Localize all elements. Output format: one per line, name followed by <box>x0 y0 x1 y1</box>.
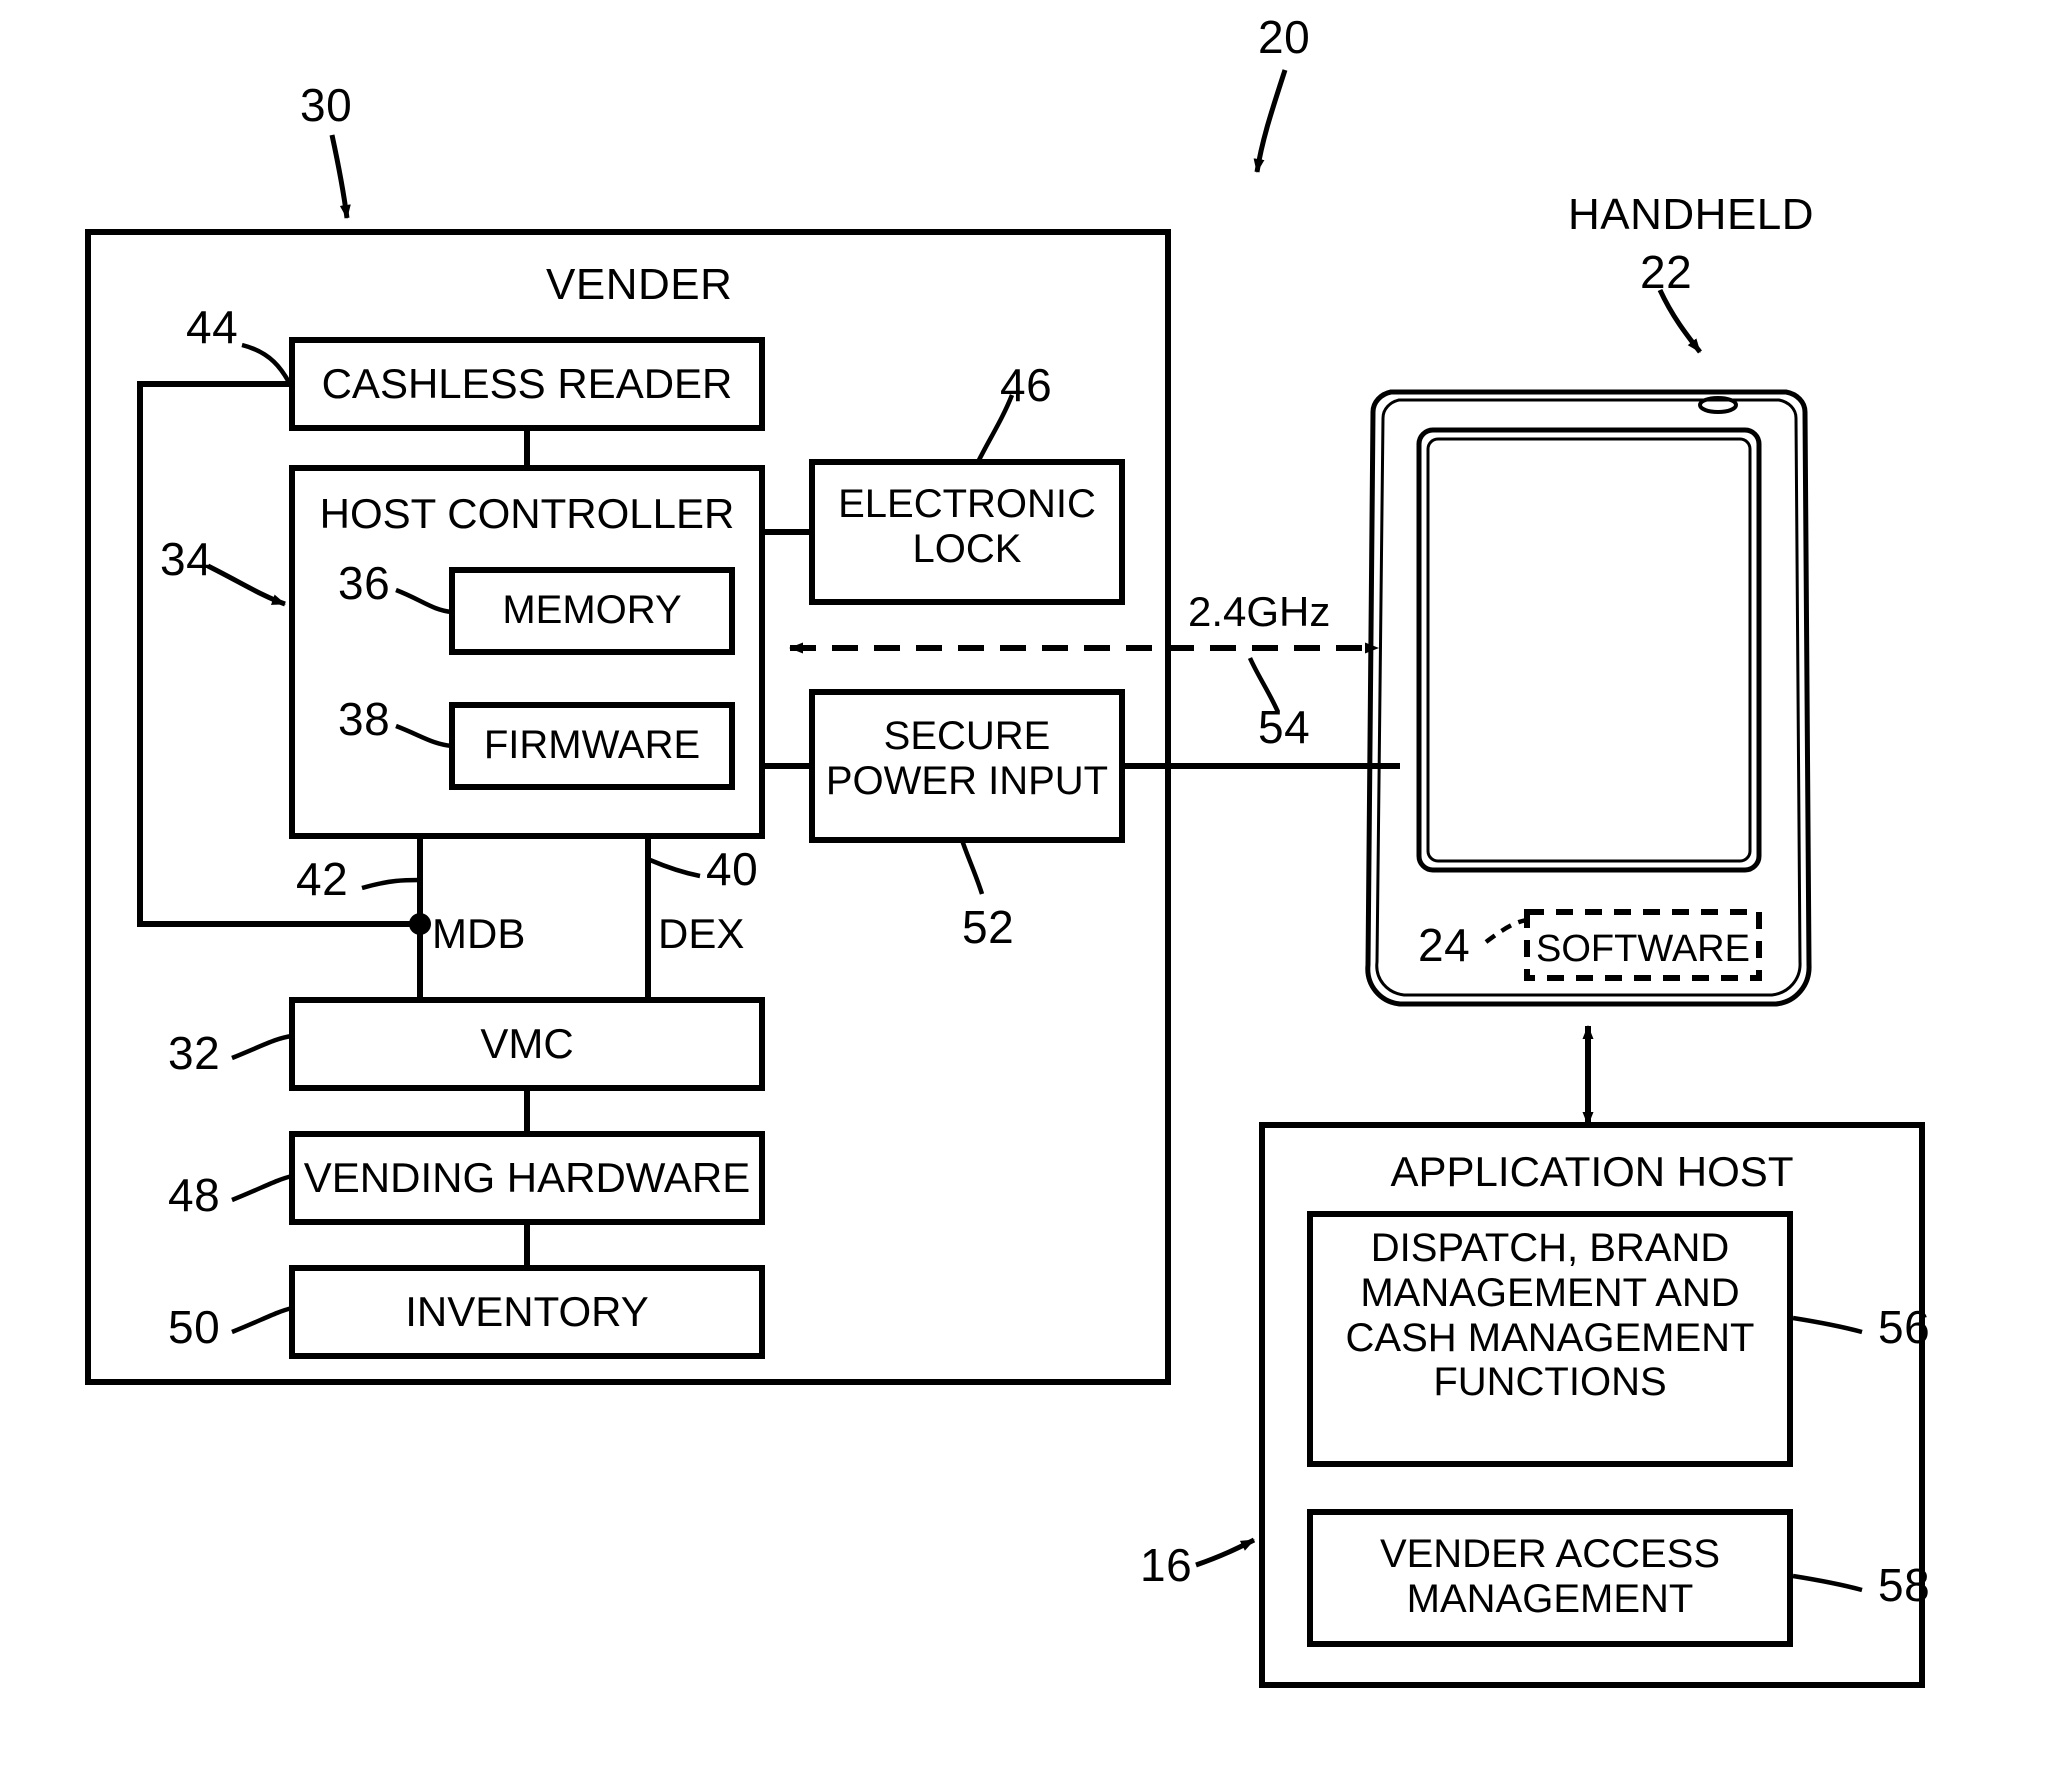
leader-56 <box>1792 1315 1863 1335</box>
leader-40 <box>649 857 701 879</box>
ref-numeral-24: 24 <box>1418 919 1471 971</box>
memory-label: MEMORY <box>502 588 682 632</box>
ref-numeral-20: 20 <box>1258 11 1311 63</box>
leader-34 <box>206 563 286 607</box>
ref-numeral-54: 54 <box>1258 701 1311 753</box>
leader-20 <box>1253 69 1288 173</box>
leader-50 <box>231 1305 293 1335</box>
leader-36 <box>395 587 453 615</box>
host-controller-label: HOST CONTROLLER <box>319 490 735 537</box>
ref-numeral-32: 32 <box>168 1027 221 1079</box>
ref-numeral-58: 58 <box>1878 1559 1931 1611</box>
ref-numeral-22: 22 <box>1640 246 1693 298</box>
ref-numeral-16: 16 <box>1140 1539 1193 1591</box>
vmc-label: VMC <box>480 1020 574 1067</box>
ref-numeral-36: 36 <box>338 557 391 609</box>
leader-24 <box>1484 917 1528 944</box>
ref-numeral-40: 40 <box>706 843 759 895</box>
firmware-label: FIRMWARE <box>483 723 701 767</box>
mdb-junction-dot <box>409 913 431 935</box>
cashless-reader-label: CASHLESS READER <box>321 360 733 407</box>
functions-block-label: DISPATCH, BRAND MANAGEMENT AND CASH MANA… <box>1345 1226 1755 1405</box>
access-block-label: VENDER ACCESS MANAGEMENT <box>1379 1532 1721 1621</box>
ref-numeral-38: 38 <box>338 693 391 745</box>
secure-power-input-label: SECURE POWER INPUT <box>825 714 1109 803</box>
mdb-bus-label: MDB <box>432 910 526 957</box>
handheld-title: HANDHELD <box>1568 190 1815 239</box>
leader-38 <box>395 723 453 749</box>
leader-58 <box>1792 1573 1863 1593</box>
leader-16 <box>1195 1537 1256 1568</box>
leader-30 <box>329 134 351 219</box>
ref-numeral-34: 34 <box>160 533 213 585</box>
inventory-label: INVENTORY <box>405 1288 649 1335</box>
ref-numeral-56: 56 <box>1878 1301 1931 1353</box>
ref-numeral-48: 48 <box>168 1169 221 1221</box>
patent-figure: 20 30 HANDHELD 22 VENDER CASHLESS READER… <box>0 0 2060 1780</box>
ref-numeral-44: 44 <box>186 301 239 353</box>
wireless-frequency-label: 2.4GHz <box>1188 588 1331 635</box>
dex-bus-label: DEX <box>658 910 745 957</box>
ref-numeral-30: 30 <box>300 79 353 131</box>
electronic-lock-label: ELECTRONIC LOCK <box>838 482 1096 571</box>
leader-52 <box>959 839 985 895</box>
software-label: SOFTWARE <box>1536 928 1750 970</box>
leader-32 <box>231 1033 293 1061</box>
leader-48 <box>231 1173 293 1203</box>
ref-numeral-52: 52 <box>962 901 1015 953</box>
leader-22 <box>1657 288 1702 354</box>
ref-numeral-46: 46 <box>1000 359 1053 411</box>
leader-42 <box>361 877 421 891</box>
application-host-title: APPLICATION HOST <box>1390 1148 1794 1195</box>
vending-hardware-label: VENDING HARDWARE <box>303 1154 751 1201</box>
vender-title: VENDER <box>546 260 733 309</box>
ref-numeral-50: 50 <box>168 1301 221 1353</box>
ref-numeral-42: 42 <box>296 853 349 905</box>
